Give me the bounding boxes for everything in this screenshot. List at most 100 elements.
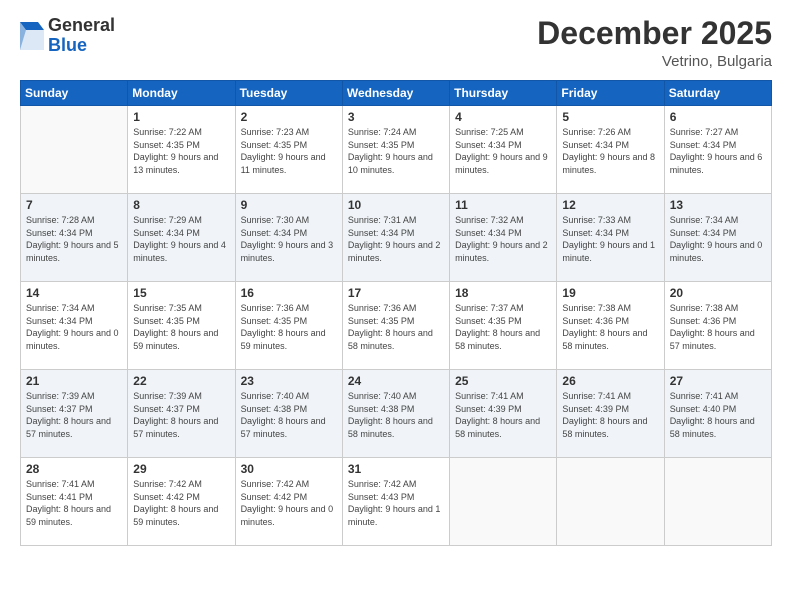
day-info: Sunrise: 7:30 AMSunset: 4:34 PMDaylight:… — [241, 214, 337, 264]
calendar-cell: 3 Sunrise: 7:24 AMSunset: 4:35 PMDaylight… — [342, 106, 449, 194]
calendar-cell: 20Sunrise: 7:38 AMSunset: 4:36 PMDayligh… — [664, 282, 771, 370]
calendar-header-row: SundayMondayTuesdayWednesdayThursdayFrid… — [21, 81, 772, 106]
calendar-cell: 18 Sunrise: 7:37 AMSunset: 4:35 PMDayligh… — [450, 282, 557, 370]
day-number: 14 — [26, 286, 122, 300]
day-info: Sunrise: 7:24 AMSunset: 4:35 PMDaylight:… — [348, 126, 444, 176]
calendar-cell: 17 Sunrise: 7:36 AMSunset: 4:35 PMDayligh… — [342, 282, 449, 370]
day-info: Sunrise: 7:42 AMSunset: 4:43 PMDaylight:… — [348, 478, 444, 528]
day-info: Sunrise: 7:23 AMSunset: 4:35 PMDaylight:… — [241, 126, 337, 176]
day-info: Sunrise: 7:34 AMSunset: 4:34 PMDaylight:… — [670, 214, 766, 264]
day-number: 19 — [562, 286, 658, 300]
month-title: December 2025 — [537, 16, 772, 51]
logo-blue: Blue — [48, 35, 87, 55]
day-number: 6 — [670, 110, 766, 124]
calendar-cell: 24Sunrise: 7:40 AMSunset: 4:38 PMDayligh… — [342, 370, 449, 458]
calendar-cell: 25 Sunrise: 7:41 AMSunset: 4:39 PMDayligh… — [450, 370, 557, 458]
day-info: Sunrise: 7:27 AMSunset: 4:34 PMDaylight:… — [670, 126, 766, 176]
day-info: Sunrise: 7:42 AMSunset: 4:42 PMDaylight:… — [241, 478, 337, 528]
logo: General Blue — [20, 16, 115, 56]
day-info: Sunrise: 7:37 AMSunset: 4:35 PMDaylight:… — [455, 302, 551, 352]
calendar-cell: 12Sunrise: 7:33 AMSunset: 4:34 PMDayligh… — [557, 194, 664, 282]
day-info: Sunrise: 7:35 AMSunset: 4:35 PMDaylight:… — [133, 302, 229, 352]
calendar-week-row: 28Sunrise: 7:41 AMSunset: 4:41 PMDayligh… — [21, 458, 772, 546]
calendar-cell: 21 Sunrise: 7:39 AMSunset: 4:37 PMDayligh… — [21, 370, 128, 458]
day-number: 8 — [133, 198, 229, 212]
calendar-cell: 4 Sunrise: 7:25 AMSunset: 4:34 PMDaylight… — [450, 106, 557, 194]
day-number: 18 — [455, 286, 551, 300]
weekday-header: Friday — [557, 81, 664, 106]
day-info: Sunrise: 7:41 AMSunset: 4:39 PMDaylight:… — [455, 390, 551, 440]
day-info: Sunrise: 7:26 AMSunset: 4:34 PMDaylight:… — [562, 126, 658, 176]
calendar-cell: 5 Sunrise: 7:26 AMSunset: 4:34 PMDaylight… — [557, 106, 664, 194]
weekday-header: Tuesday — [235, 81, 342, 106]
day-number: 3 — [348, 110, 444, 124]
day-number: 31 — [348, 462, 444, 476]
day-number: 27 — [670, 374, 766, 388]
day-info: Sunrise: 7:28 AMSunset: 4:34 PMDaylight:… — [26, 214, 122, 264]
calendar-cell: 2 Sunrise: 7:23 AMSunset: 4:35 PMDaylight… — [235, 106, 342, 194]
calendar-cell: 22Sunrise: 7:39 AMSunset: 4:37 PMDayligh… — [128, 370, 235, 458]
calendar-cell: 15 Sunrise: 7:35 AMSunset: 4:35 PMDayligh… — [128, 282, 235, 370]
day-number: 10 — [348, 198, 444, 212]
calendar-cell: 29Sunrise: 7:42 AMSunset: 4:42 PMDayligh… — [128, 458, 235, 546]
day-info: Sunrise: 7:41 AMSunset: 4:39 PMDaylight:… — [562, 390, 658, 440]
day-number: 26 — [562, 374, 658, 388]
day-info: Sunrise: 7:36 AMSunset: 4:35 PMDaylight:… — [348, 302, 444, 352]
day-number: 13 — [670, 198, 766, 212]
calendar-cell — [450, 458, 557, 546]
calendar-cell: 9 Sunrise: 7:30 AMSunset: 4:34 PMDaylight… — [235, 194, 342, 282]
calendar-cell: 7 Sunrise: 7:28 AMSunset: 4:34 PMDaylight… — [21, 194, 128, 282]
logo-icon — [20, 22, 44, 50]
day-number: 4 — [455, 110, 551, 124]
day-number: 21 — [26, 374, 122, 388]
title-block: December 2025 Vetrino, Bulgaria — [537, 16, 772, 70]
day-number: 22 — [133, 374, 229, 388]
day-number: 1 — [133, 110, 229, 124]
day-number: 30 — [241, 462, 337, 476]
calendar-cell: 13 Sunrise: 7:34 AMSunset: 4:34 PMDayligh… — [664, 194, 771, 282]
day-number: 9 — [241, 198, 337, 212]
day-number: 29 — [133, 462, 229, 476]
weekday-header: Wednesday — [342, 81, 449, 106]
day-info: Sunrise: 7:31 AMSunset: 4:34 PMDaylight:… — [348, 214, 444, 264]
page: General Blue December 2025 Vetrino, Bulg… — [0, 0, 792, 612]
day-number: 15 — [133, 286, 229, 300]
calendar-cell: 14Sunrise: 7:34 AMSunset: 4:34 PMDayligh… — [21, 282, 128, 370]
calendar-cell: 19Sunrise: 7:38 AMSunset: 4:36 PMDayligh… — [557, 282, 664, 370]
calendar-cell: 1 Sunrise: 7:22 AMSunset: 4:35 PMDaylight… — [128, 106, 235, 194]
calendar-week-row: 7 Sunrise: 7:28 AMSunset: 4:34 PMDaylight… — [21, 194, 772, 282]
day-number: 17 — [348, 286, 444, 300]
day-info: Sunrise: 7:41 AMSunset: 4:41 PMDaylight:… — [26, 478, 122, 528]
day-info: Sunrise: 7:39 AMSunset: 4:37 PMDaylight:… — [26, 390, 122, 440]
day-info: Sunrise: 7:29 AMSunset: 4:34 PMDaylight:… — [133, 214, 229, 264]
calendar-cell: 11 Sunrise: 7:32 AMSunset: 4:34 PMDayligh… — [450, 194, 557, 282]
day-number: 23 — [241, 374, 337, 388]
calendar-cell: 8 Sunrise: 7:29 AMSunset: 4:34 PMDaylight… — [128, 194, 235, 282]
calendar-cell: 10 Sunrise: 7:31 AMSunset: 4:34 PMDayligh… — [342, 194, 449, 282]
day-number: 5 — [562, 110, 658, 124]
day-number: 2 — [241, 110, 337, 124]
day-info: Sunrise: 7:22 AMSunset: 4:35 PMDaylight:… — [133, 126, 229, 176]
day-number: 11 — [455, 198, 551, 212]
calendar-week-row: 14Sunrise: 7:34 AMSunset: 4:34 PMDayligh… — [21, 282, 772, 370]
day-info: Sunrise: 7:25 AMSunset: 4:34 PMDaylight:… — [455, 126, 551, 176]
day-number: 25 — [455, 374, 551, 388]
day-number: 7 — [26, 198, 122, 212]
calendar-cell — [557, 458, 664, 546]
day-info: Sunrise: 7:32 AMSunset: 4:34 PMDaylight:… — [455, 214, 551, 264]
logo-text: General Blue — [48, 16, 115, 56]
calendar-cell: 27 Sunrise: 7:41 AMSunset: 4:40 PMDayligh… — [664, 370, 771, 458]
calendar-week-row: 1 Sunrise: 7:22 AMSunset: 4:35 PMDaylight… — [21, 106, 772, 194]
calendar-cell: 31 Sunrise: 7:42 AMSunset: 4:43 PMDayligh… — [342, 458, 449, 546]
calendar-week-row: 21 Sunrise: 7:39 AMSunset: 4:37 PMDayligh… — [21, 370, 772, 458]
day-info: Sunrise: 7:40 AMSunset: 4:38 PMDaylight:… — [348, 390, 444, 440]
header: General Blue December 2025 Vetrino, Bulg… — [20, 16, 772, 70]
day-info: Sunrise: 7:40 AMSunset: 4:38 PMDaylight:… — [241, 390, 337, 440]
weekday-header: Saturday — [664, 81, 771, 106]
location: Vetrino, Bulgaria — [537, 53, 772, 70]
day-info: Sunrise: 7:41 AMSunset: 4:40 PMDaylight:… — [670, 390, 766, 440]
calendar-cell: 30 Sunrise: 7:42 AMSunset: 4:42 PMDayligh… — [235, 458, 342, 546]
weekday-header: Thursday — [450, 81, 557, 106]
weekday-header: Sunday — [21, 81, 128, 106]
logo-general: General — [48, 15, 115, 35]
